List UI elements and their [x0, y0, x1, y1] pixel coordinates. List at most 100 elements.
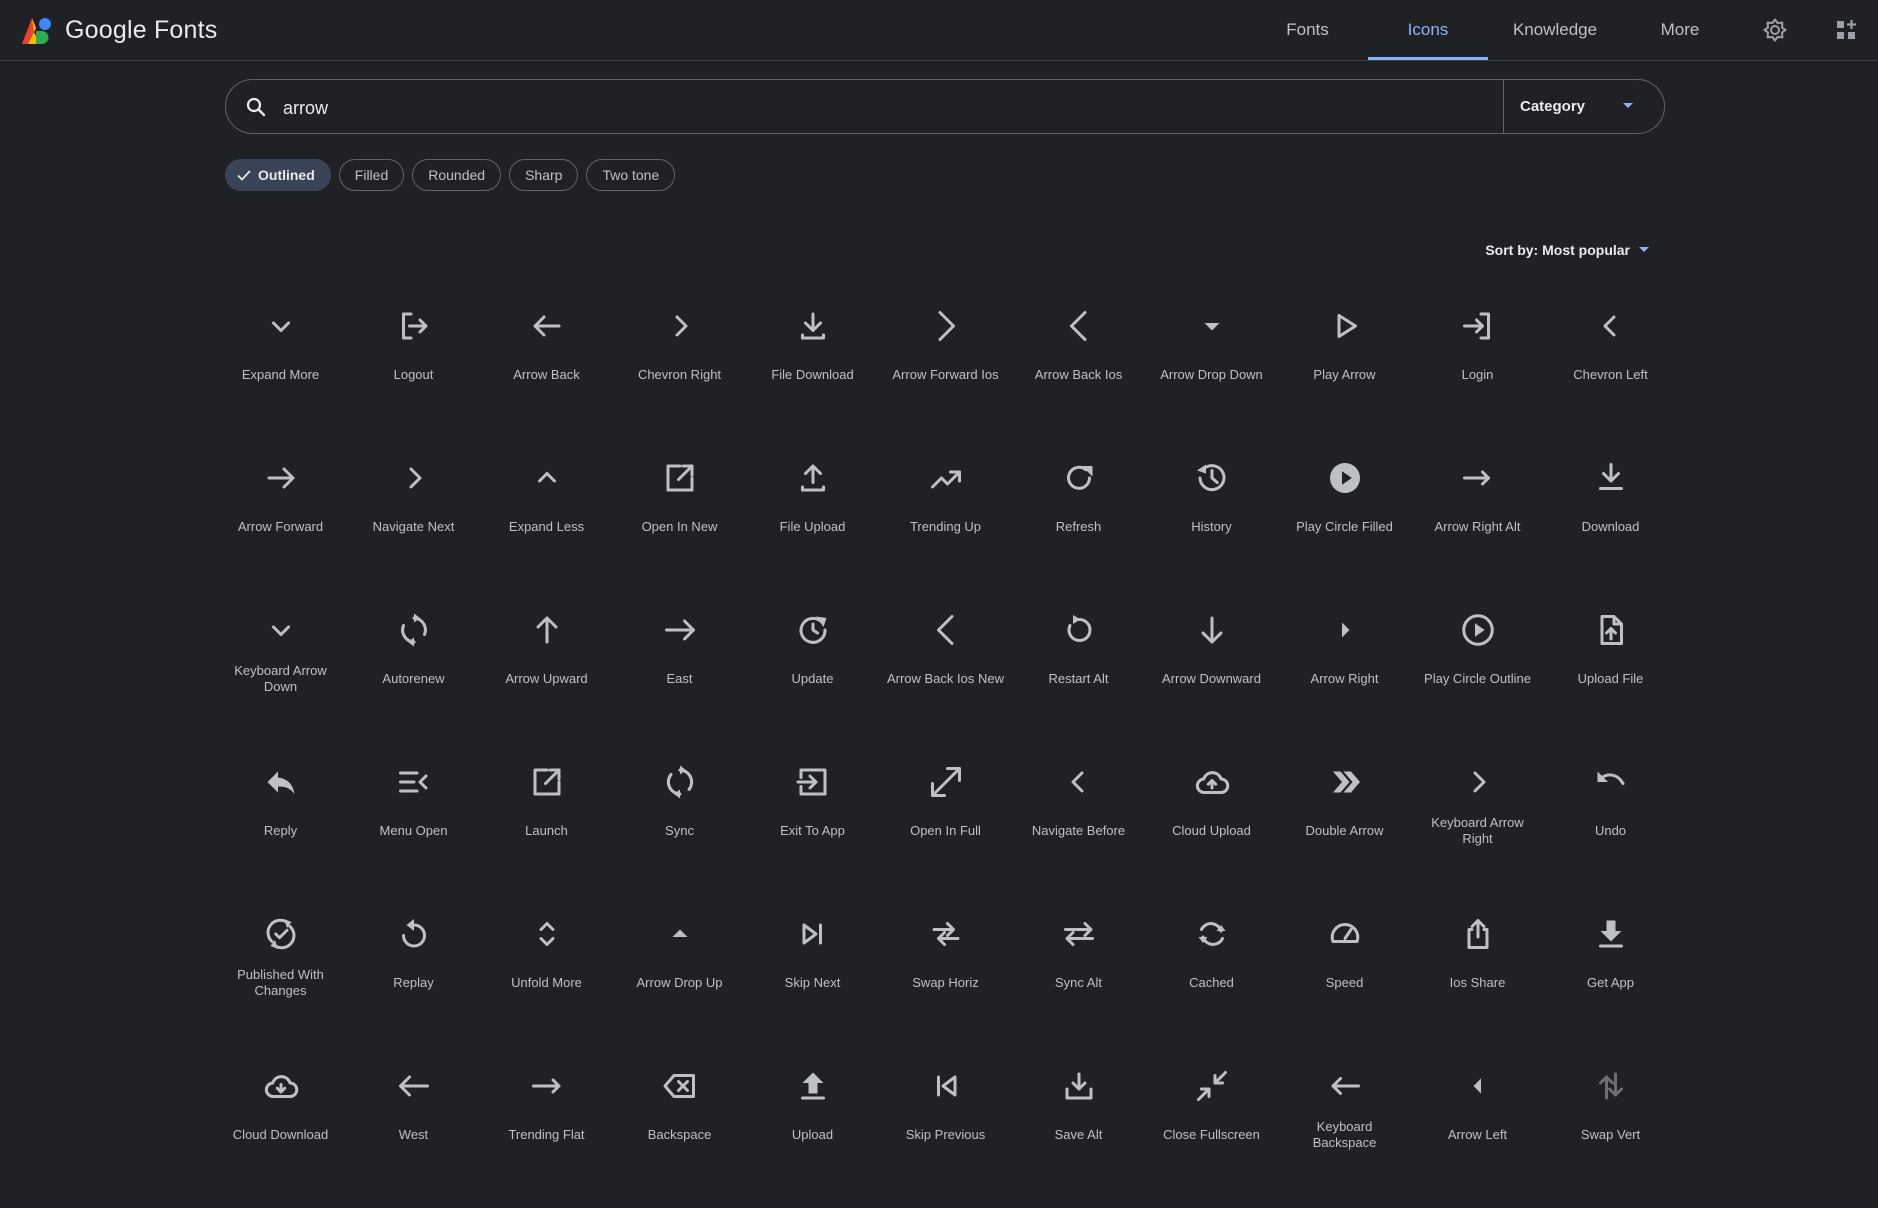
icon-tile-arrow-back-ios[interactable]: Arrow Back Ios — [1012, 296, 1145, 448]
icon-tile-reply[interactable]: Reply — [214, 752, 347, 904]
nav-fonts[interactable]: Fonts — [1270, 0, 1345, 60]
icon-tile-cached[interactable]: Cached — [1145, 904, 1278, 1056]
icon-tile-play-circle-filled[interactable]: Play Circle Filled — [1278, 448, 1411, 600]
icon-tile-expand-more[interactable]: Expand More — [214, 296, 347, 448]
icon-tile-update[interactable]: Update — [746, 600, 879, 752]
play-circle-outline-icon — [1461, 614, 1494, 646]
icon-tile-speed[interactable]: Speed — [1278, 904, 1411, 1056]
icon-tile-get-app[interactable]: Get App — [1544, 904, 1677, 1056]
category-select[interactable]: Category — [1520, 80, 1585, 133]
icon-tile-arrow-back-ios-new[interactable]: Arrow Back Ios New — [879, 600, 1012, 752]
search-input[interactable] — [281, 90, 1485, 126]
open-in-full-icon — [930, 767, 961, 797]
icon-tile-label: Exit To App — [780, 823, 845, 838]
icon-tile-ios-share[interactable]: Ios Share — [1411, 904, 1544, 1056]
sort-dropdown[interactable]: Sort by: Most popular — [1485, 238, 1650, 262]
icon-tile-label: Autorenew — [382, 671, 445, 686]
icon-tile-arrow-forward-ios[interactable]: Arrow Forward Ios — [879, 296, 1012, 448]
icon-tile-history[interactable]: History — [1145, 448, 1278, 600]
ios-share-icon — [1467, 919, 1488, 949]
icon-tile-file-upload[interactable]: File Upload — [746, 448, 879, 600]
icon-tile-skip-previous[interactable]: Skip Previous — [879, 1056, 1012, 1208]
icon-tile-arrow-upward[interactable]: Arrow Upward — [480, 600, 613, 752]
icon-tile-label: Upload — [791, 1127, 834, 1142]
arrow-back-icon — [533, 315, 560, 337]
icon-tile-restart-alt[interactable]: Restart Alt — [1012, 600, 1145, 752]
icon-tile-file-download[interactable]: File Download — [746, 296, 879, 448]
icon-tile-label: Arrow Upward — [505, 671, 588, 686]
icon-tile-launch[interactable]: Launch — [480, 752, 613, 904]
icon-tile-skip-next[interactable]: Skip Next — [746, 904, 879, 1056]
apps-icon[interactable] — [1834, 18, 1858, 42]
icon-tile-menu-open[interactable]: Menu Open — [347, 752, 480, 904]
theme-toggle-icon[interactable] — [1763, 18, 1787, 42]
icon-tile-close-fullscreen[interactable]: Close Fullscreen — [1145, 1056, 1278, 1208]
icon-tile-cloud-upload[interactable]: Cloud Upload — [1145, 752, 1278, 904]
icon-tile-arrow-right[interactable]: Arrow Right — [1278, 600, 1411, 752]
arrow-forward-icon — [267, 467, 294, 489]
icon-tile-cloud-download[interactable]: Cloud Download — [214, 1056, 347, 1208]
icon-tile-arrow-left[interactable]: Arrow Left — [1411, 1056, 1544, 1208]
icon-tile-arrow-drop-down[interactable]: Arrow Drop Down — [1145, 296, 1278, 448]
icon-tile-label: Expand Less — [508, 519, 585, 534]
icon-tile-keyboard-arrow-down[interactable]: Keyboard Arrow Down — [214, 600, 347, 752]
chip-filled[interactable]: Filled — [338, 159, 405, 191]
icon-tile-trending-up[interactable]: Trending Up — [879, 448, 1012, 600]
icon-tile-swap-vert[interactable]: Swap Vert — [1544, 1056, 1677, 1208]
search-icon — [246, 97, 266, 117]
icon-tile-chevron-left[interactable]: Chevron Left — [1544, 296, 1677, 448]
google-fonts-logo-icon[interactable] — [20, 16, 52, 46]
icon-tile-chevron-right[interactable]: Chevron Right — [613, 296, 746, 448]
icon-tile-arrow-back[interactable]: Arrow Back — [480, 296, 613, 448]
nav-icons[interactable]: Icons — [1368, 0, 1488, 60]
icon-tile-published-with-changes[interactable]: Published With Changes — [214, 904, 347, 1056]
icon-tile-navigate-next[interactable]: Navigate Next — [347, 448, 480, 600]
icon-tile-play-circle-outline[interactable]: Play Circle Outline — [1411, 600, 1544, 752]
icon-tile-label: Chevron Left — [1573, 367, 1648, 382]
icon-tile-label: Keyboard Arrow Down — [234, 663, 327, 694]
icon-tile-sync[interactable]: Sync — [613, 752, 746, 904]
nav-more[interactable]: More — [1650, 0, 1710, 60]
nav-knowledge[interactable]: Knowledge — [1505, 0, 1605, 60]
icon-tile-refresh[interactable]: Refresh — [1012, 448, 1145, 600]
chip-rounded[interactable]: Rounded — [412, 159, 502, 191]
icon-tile-arrow-right-alt[interactable]: Arrow Right Alt — [1411, 448, 1544, 600]
icon-tile-trending-flat[interactable]: Trending Flat — [480, 1056, 613, 1208]
icon-tile-navigate-before[interactable]: Navigate Before — [1012, 752, 1145, 904]
caret-down-icon[interactable] — [1622, 102, 1634, 110]
icon-tile-unfold-more[interactable]: Unfold More — [480, 904, 613, 1056]
icon-tile-save-alt[interactable]: Save Alt — [1012, 1056, 1145, 1208]
icon-tile-logout[interactable]: Logout — [347, 296, 480, 448]
icon-tile-keyboard-backspace[interactable]: Keyboard Backspace — [1278, 1056, 1411, 1208]
brand-title[interactable]: Google Fonts — [65, 16, 218, 45]
icon-tile-keyboard-arrow-right[interactable]: Keyboard Arrow Right — [1411, 752, 1544, 904]
icon-tile-play-arrow[interactable]: Play Arrow — [1278, 296, 1411, 448]
icon-tile-arrow-forward[interactable]: Arrow Forward — [214, 448, 347, 600]
icon-tile-swap-horiz[interactable]: Swap Horiz — [879, 904, 1012, 1056]
icon-tile-expand-less[interactable]: Expand Less — [480, 448, 613, 600]
chip-outlined[interactable]: Outlined — [225, 159, 331, 191]
icon-tile-backspace[interactable]: Backspace — [613, 1056, 746, 1208]
icon-tile-replay[interactable]: Replay — [347, 904, 480, 1056]
icon-tile-arrow-downward[interactable]: Arrow Downward — [1145, 600, 1278, 752]
published-with-changes-icon — [266, 918, 295, 950]
trending-up-icon — [930, 470, 961, 489]
icon-tile-east[interactable]: East — [613, 600, 746, 752]
icon-tile-label: Ios Share — [1449, 975, 1506, 990]
refresh-icon — [1066, 465, 1092, 490]
icon-tile-download[interactable]: Download — [1544, 448, 1677, 600]
icon-tile-exit-to-app[interactable]: Exit To App — [746, 752, 879, 904]
chip-sharp[interactable]: Sharp — [509, 159, 579, 191]
icon-tile-autorenew[interactable]: Autorenew — [347, 600, 480, 752]
icon-tile-open-in-new[interactable]: Open In New — [613, 448, 746, 600]
chip-two-tone[interactable]: Two tone — [586, 159, 676, 191]
icon-tile-arrow-drop-up[interactable]: Arrow Drop Up — [613, 904, 746, 1056]
icon-tile-sync-alt[interactable]: Sync Alt — [1012, 904, 1145, 1056]
icon-tile-upload[interactable]: Upload — [746, 1056, 879, 1208]
icon-tile-west[interactable]: West — [347, 1056, 480, 1208]
icon-tile-open-in-full[interactable]: Open In Full — [879, 752, 1012, 904]
icon-tile-login[interactable]: Login — [1411, 296, 1544, 448]
icon-tile-double-arrow[interactable]: Double Arrow — [1278, 752, 1411, 904]
icon-tile-undo[interactable]: Undo — [1544, 752, 1677, 904]
icon-tile-upload-file[interactable]: Upload File — [1544, 600, 1677, 752]
